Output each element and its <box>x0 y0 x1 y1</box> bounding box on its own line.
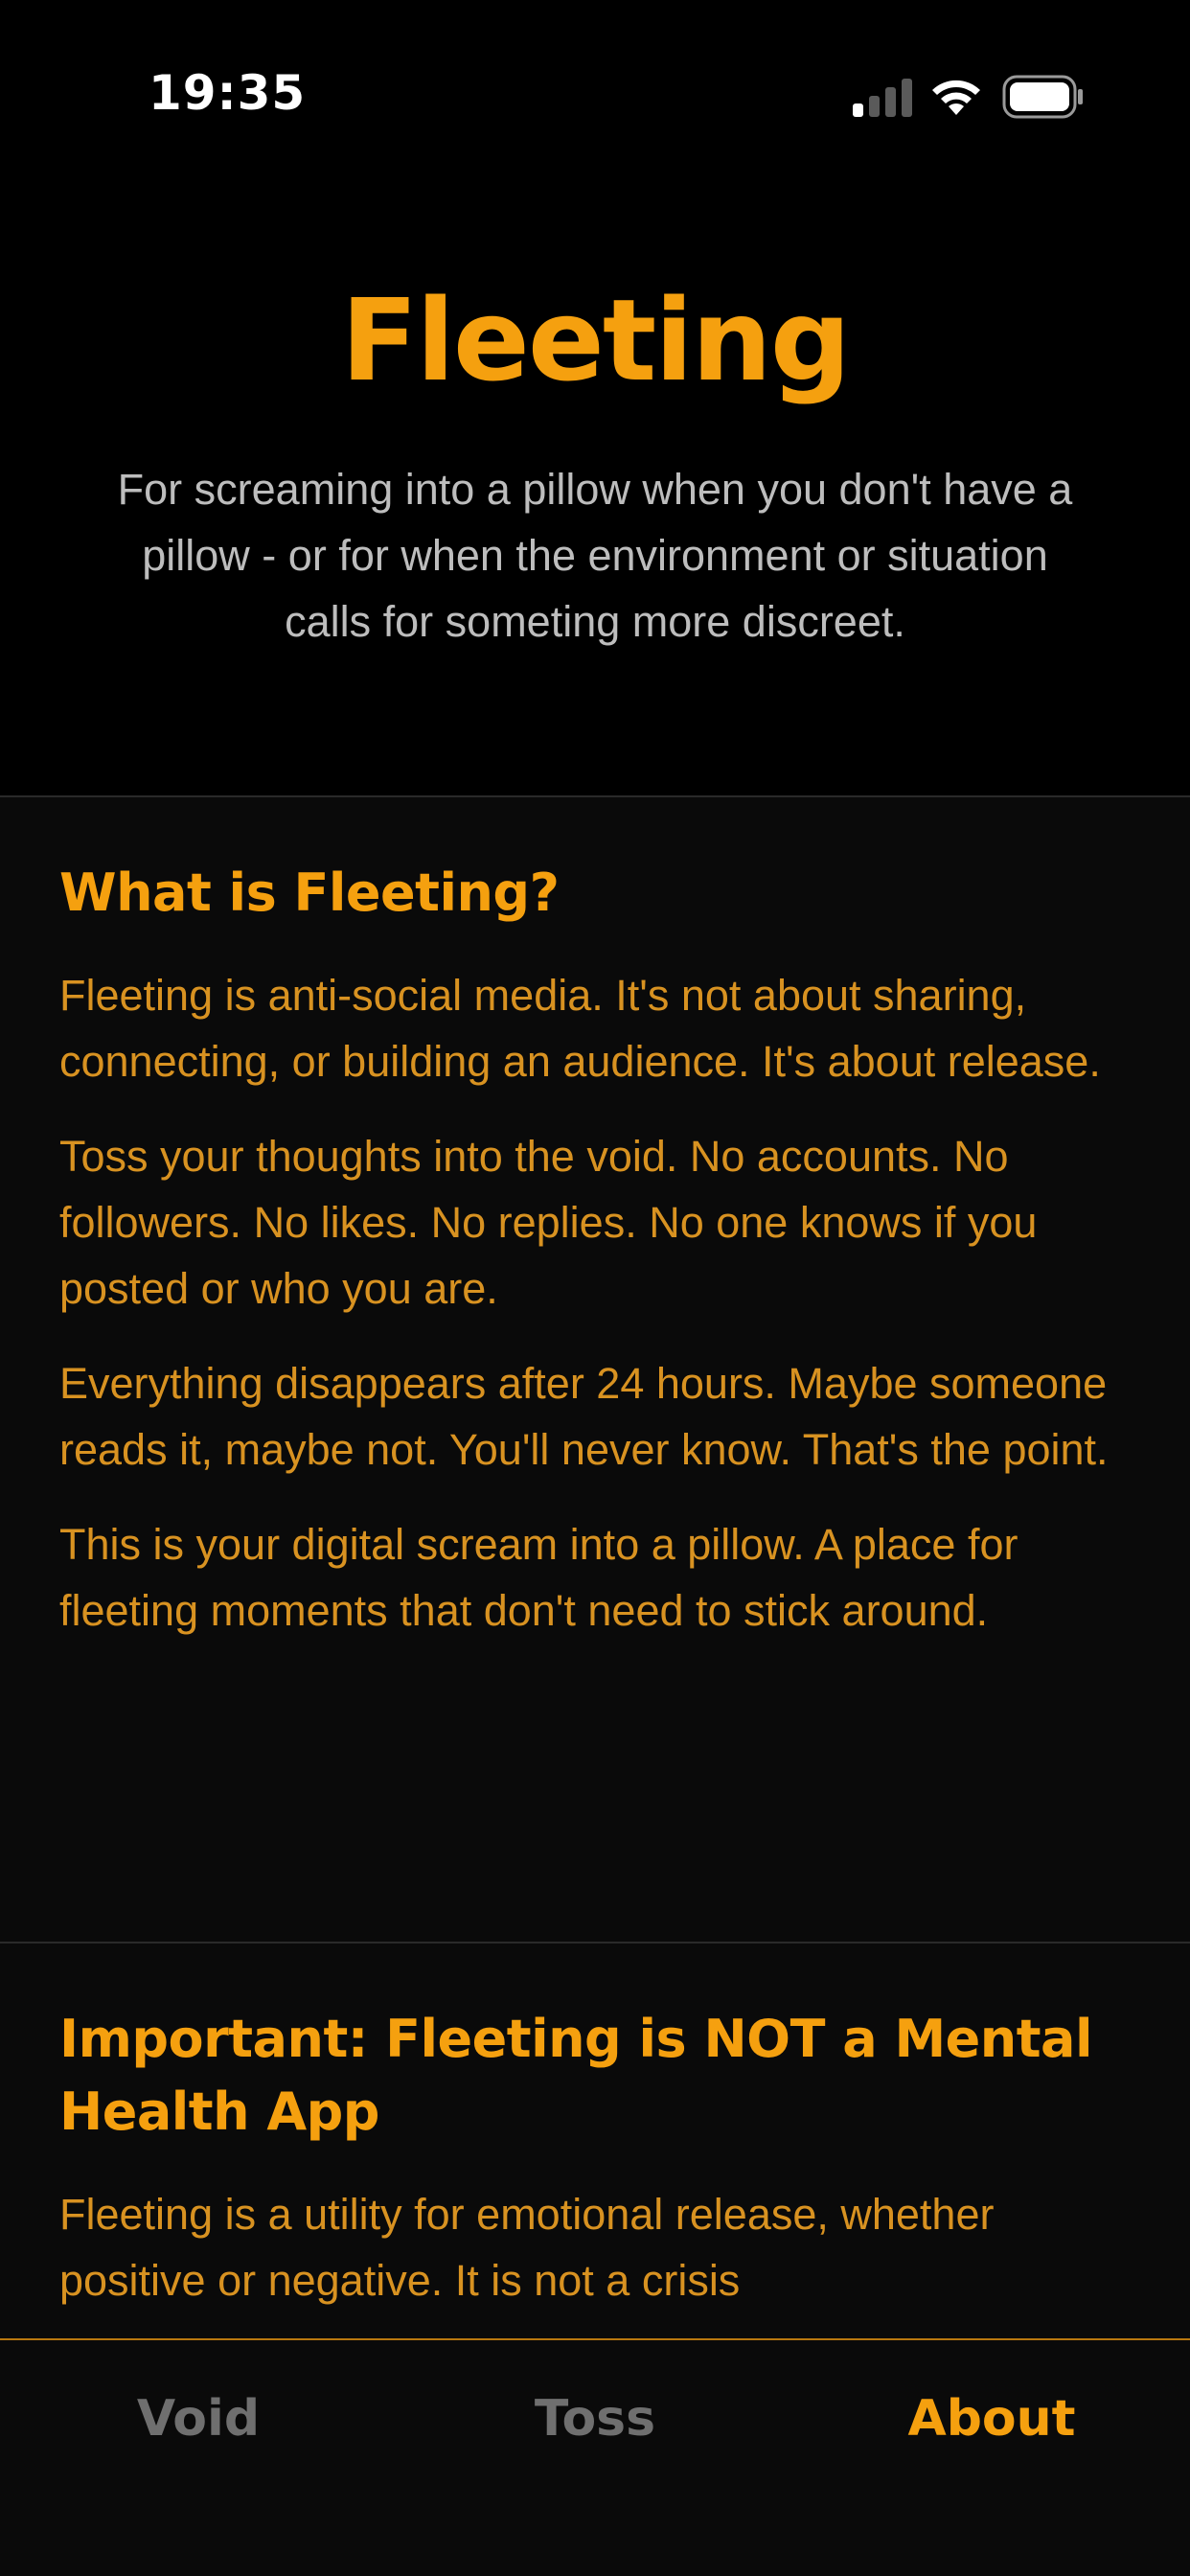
tab-bar: Void Toss About <box>0 2338 1190 2576</box>
app-title: Fleeting <box>340 274 851 406</box>
app-tagline: For screaming into a pillow when you don… <box>117 465 1073 646</box>
tab-void[interactable]: Void <box>0 2390 397 2448</box>
section-what-is-fleeting: What is Fleeting? Fleeting is anti-socia… <box>59 857 1133 1644</box>
paragraph: This is your digital scream into a pillo… <box>59 1520 1018 1635</box>
paragraph: Fleeting is a utility for emotional rele… <box>59 2190 995 2305</box>
cellular-signal-icon <box>853 79 912 117</box>
about-screen: 19:35 Fleeting For screaming into a pill… <box>0 0 1190 2576</box>
section-heading: What is Fleeting? <box>59 862 560 923</box>
paragraph: Fleeting is anti-social media. It's not … <box>59 971 1101 1086</box>
header: Fleeting For screaming into a pillow whe… <box>0 249 1190 655</box>
paragraph: Everything disappears after 24 hours. Ma… <box>59 1359 1109 1474</box>
tab-toss[interactable]: Toss <box>397 2390 793 2448</box>
tab-about[interactable]: About <box>793 2390 1190 2448</box>
status-time: 19:35 <box>149 65 307 121</box>
battery-icon <box>1002 75 1083 119</box>
paragraph: Toss your thoughts into the void. No acc… <box>59 1132 1038 1313</box>
status-bar: 19:35 <box>0 0 1190 192</box>
section-heading: Important: Fleeting is NOT a Mental Heal… <box>59 2009 1093 2142</box>
section-divider <box>0 1942 1190 1944</box>
wifi-icon <box>932 80 980 115</box>
section-not-mental-health-app: Important: Fleeting is NOT a Mental Heal… <box>59 2003 1133 2313</box>
